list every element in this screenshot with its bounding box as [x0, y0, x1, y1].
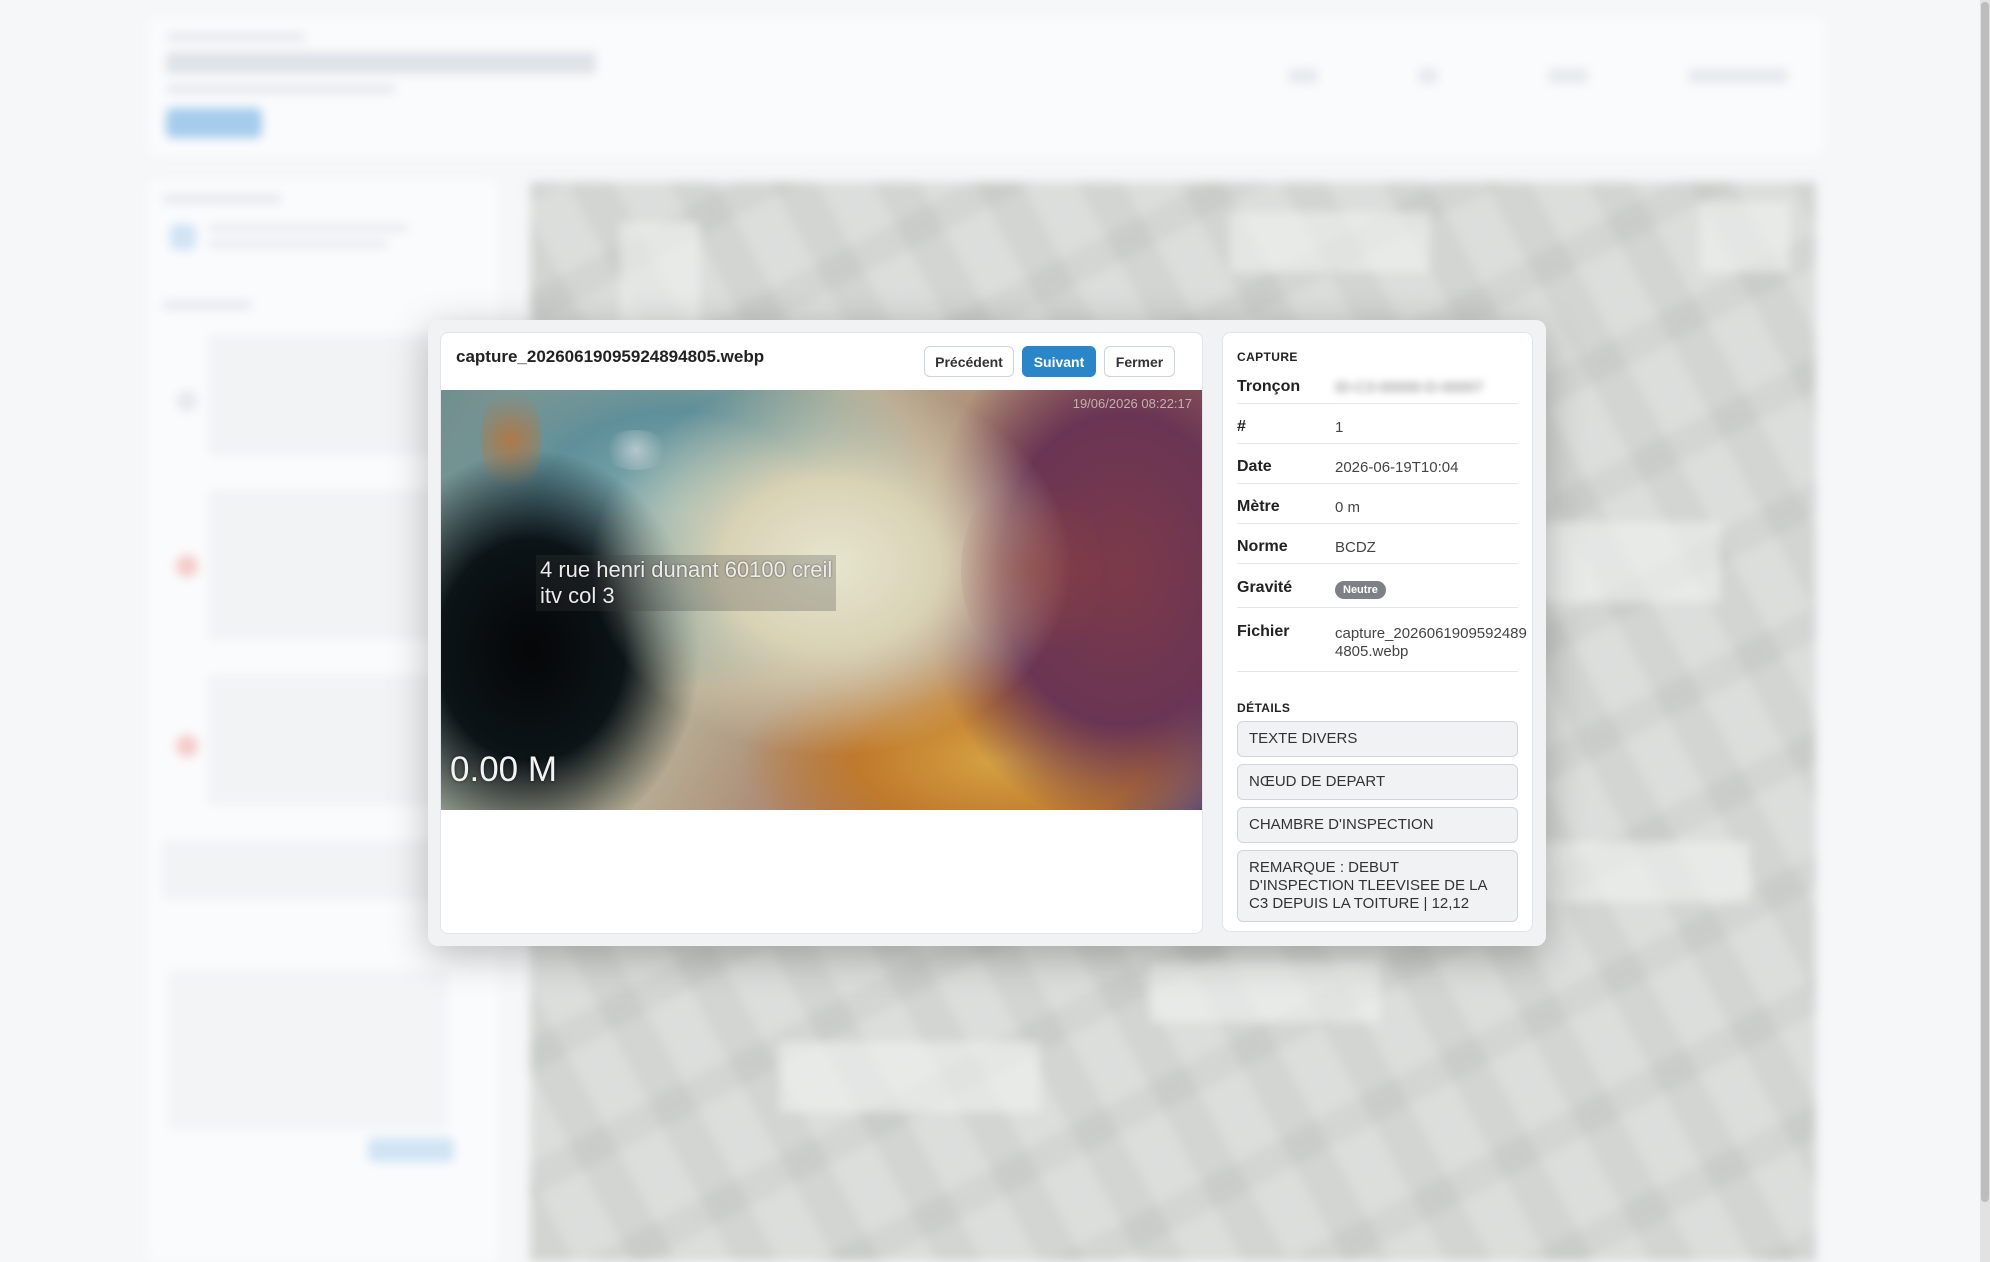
capture-section-title: CAPTURE	[1237, 350, 1298, 364]
field-value: 2026-06-19T10:04	[1335, 459, 1459, 476]
previous-button[interactable]: Précédent	[924, 346, 1014, 377]
next-button[interactable]: Suivant	[1022, 346, 1096, 377]
detail-item: TEXTE DIVERS	[1237, 721, 1518, 757]
field-value: 1	[1335, 419, 1344, 436]
field-date: Date 2026-06-19T10:04	[1237, 451, 1518, 484]
image-texture	[481, 390, 541, 500]
field-number: # 1	[1237, 411, 1518, 444]
field-value: 0 m	[1335, 499, 1361, 516]
detail-item: NŒUD DE DEPART	[1237, 764, 1518, 800]
field-troncon: Tronçon ID-C3-00000-D-00007	[1237, 371, 1518, 404]
field-value: capture_20260619095924894805.webp	[1335, 625, 1527, 660]
detail-item: CHAMBRE D'INSPECTION	[1237, 807, 1518, 843]
field-label: Norme	[1237, 538, 1288, 555]
image-timestamp: 19/06/2026 08:22:17	[1072, 396, 1192, 411]
field-value: BCDZ	[1335, 539, 1376, 556]
field-label: Mètre	[1237, 498, 1280, 515]
field-fichier: Fichier capture_20260619095924894805.web…	[1237, 615, 1527, 672]
detail-item: REMARQUE : DEBUT D'INSPECTION TLEEVISEE …	[1237, 850, 1518, 922]
scrollbar-thumb[interactable]	[1981, 2, 1989, 1202]
image-texture	[601, 430, 671, 470]
capture-info-panel: CAPTURE Tronçon ID-C3-00000-D-00007 # 1 …	[1222, 332, 1533, 932]
image-address-overlay: 4 rue henri dunant 60100 creil itv col 3	[536, 555, 837, 611]
capture-viewer: capture_20260619095924894805.webp Précéd…	[440, 332, 1203, 934]
close-button[interactable]: Fermer	[1104, 346, 1175, 377]
image-texture	[961, 470, 1101, 670]
field-metre: Mètre 0 m	[1237, 491, 1518, 524]
field-label: #	[1237, 418, 1246, 435]
field-label: Date	[1237, 458, 1272, 475]
field-label: Fichier	[1237, 623, 1290, 640]
capture-modal: capture_20260619095924894805.webp Précéd…	[428, 320, 1546, 946]
gravite-badge: Neutre	[1335, 581, 1386, 599]
field-label: Gravité	[1237, 579, 1293, 596]
capture-image: 19/06/2026 08:22:17 4 rue henri dunant 6…	[441, 390, 1202, 810]
details-section-title: DÉTAILS	[1237, 701, 1291, 715]
page-scrollbar[interactable]	[1980, 0, 1990, 1262]
capture-filename: capture_20260619095924894805.webp	[456, 347, 765, 366]
image-meter-reading: 0.00 M	[450, 750, 557, 789]
field-value: ID-C3-00000-D-00007	[1335, 379, 1484, 396]
field-label: Tronçon	[1237, 378, 1301, 395]
field-gravite: Gravité Neutre	[1237, 571, 1518, 608]
image-address-line2: itv col 3	[540, 583, 615, 608]
image-address-line1: 4 rue henri dunant 60100 creil	[540, 557, 833, 582]
field-norme: Norme BCDZ	[1237, 531, 1518, 564]
